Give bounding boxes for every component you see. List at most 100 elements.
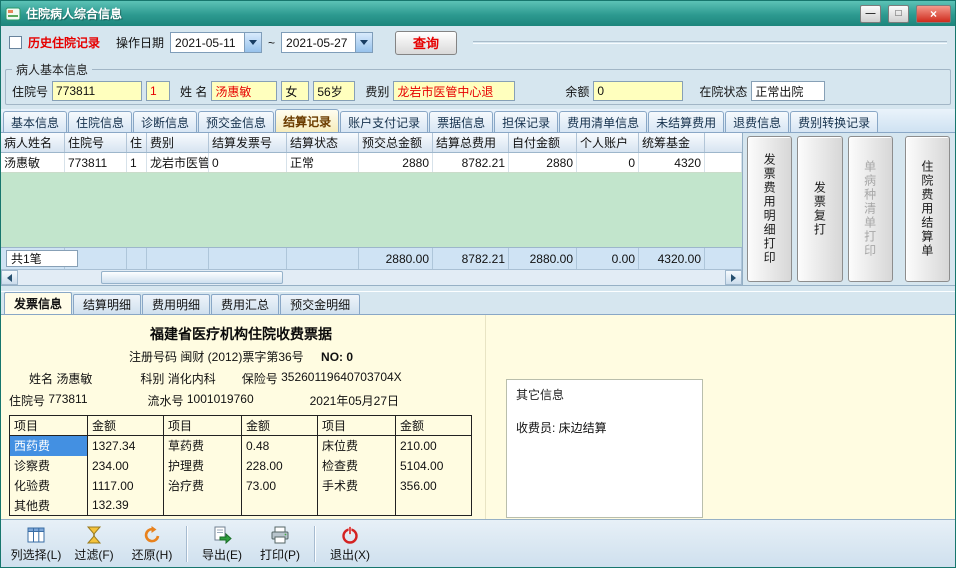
invoice-item-cell[interactable]: 床位费 xyxy=(317,435,396,456)
invoice-item-cell[interactable]: 其他费 xyxy=(10,496,88,516)
restore-button[interactable]: 还原(H) xyxy=(123,522,181,566)
col-header-self-pay[interactable]: 自付金额 xyxy=(509,133,577,152)
minimize-button[interactable]: — xyxy=(860,4,881,23)
col-header-invoice-no[interactable]: 结算发票号 xyxy=(209,133,287,152)
fee-type-field[interactable]: 龙岩市医管中心退 xyxy=(393,81,516,101)
horizontal-scrollbar[interactable] xyxy=(1,269,742,285)
patient-name-field[interactable]: 汤惠敏 xyxy=(211,81,278,101)
invoice-amount-cell[interactable]: 1117.00 xyxy=(87,475,164,496)
invoice-patient-line: 姓名 汤惠敏 科别 消化内科 保险号 35260119640703704X xyxy=(9,370,473,387)
bottom-toolbar: 列选择(L) 过滤(F) 还原(H) 导出(E) 打印(P) 退出(X) xyxy=(1,519,955,567)
inpatient-expense-settlement-button[interactable]: 住院费用结算单 xyxy=(904,136,950,282)
filter-button[interactable]: 过滤(F) xyxy=(65,522,123,566)
invoice-expense-detail-print-button[interactable]: 发票费用明细打印 xyxy=(747,136,793,282)
status-label: 在院状态 xyxy=(699,84,748,99)
invoice-item-cell[interactable] xyxy=(163,495,242,516)
visit-count-field[interactable]: 1 xyxy=(146,81,171,101)
col-header-deposit-total[interactable]: 预交总金额 xyxy=(359,133,433,152)
print-button[interactable]: 打印(P) xyxy=(251,522,309,566)
age-field[interactable]: 56岁 xyxy=(313,81,356,101)
invoice-item-cell[interactable]: 检查费 xyxy=(317,455,396,476)
other-info-title: 其它信息 xyxy=(516,388,565,402)
scroll-left-button[interactable] xyxy=(1,270,18,285)
col-header-settle-status[interactable]: 结算状态 xyxy=(287,133,359,152)
date-to-select[interactable]: 2021-05-27 xyxy=(281,32,374,53)
invoice-item-cell[interactable]: 诊察费 xyxy=(10,456,88,476)
col-header-pooling-fund[interactable]: 统筹基金 xyxy=(639,133,705,152)
invoice-item-cell[interactable]: 草药费 xyxy=(163,435,242,456)
tab-diagnosis-info[interactable]: 诊断信息 xyxy=(133,111,198,132)
grid-totals-row: 共1笔 2880.00 8782.21 2880.00 0.00 4320.00 xyxy=(1,247,742,269)
invoice-amount-cell[interactable]: 228.00 xyxy=(241,455,318,476)
tab-basic-info[interactable]: 基本信息 xyxy=(3,111,68,132)
toolbar-label: 导出(E) xyxy=(202,547,242,562)
inv-admission-no: 773811 xyxy=(48,392,88,406)
app-icon xyxy=(5,6,21,22)
invoice-amount-cell[interactable]: 356.00 xyxy=(395,475,472,496)
invoice-amount-cell[interactable] xyxy=(395,495,472,516)
invoice-item-cell[interactable]: 治疗费 xyxy=(163,475,242,496)
detail-tab-strip: 发票信息 结算明细 费用明细 费用汇总 预交金明细 xyxy=(1,292,955,314)
dtab-settlement-detail[interactable]: 结算明细 xyxy=(73,294,142,314)
col-amount-header: 金额 xyxy=(87,415,164,436)
col-header-personal-account[interactable]: 个人账户 xyxy=(577,133,639,152)
query-button[interactable]: 查询 xyxy=(395,30,458,55)
tab-inpatient-info[interactable]: 住院信息 xyxy=(68,111,133,132)
col-header-settle-total[interactable]: 结算总费用 xyxy=(433,133,509,152)
tab-settlement-records[interactable]: 结算记录 xyxy=(275,109,340,132)
col-header-fee-type[interactable]: 费别 xyxy=(147,133,209,152)
scrollbar-thumb[interactable] xyxy=(101,271,283,284)
tab-refund-info[interactable]: 退费信息 xyxy=(725,111,790,132)
toolbar-label: 过滤(F) xyxy=(74,547,114,562)
scroll-right-button[interactable] xyxy=(725,270,742,285)
invoice-item-cell[interactable] xyxy=(317,495,396,516)
exit-button[interactable]: 退出(X) xyxy=(321,522,379,566)
invoice-amount-cell[interactable]: 1327.34 xyxy=(87,435,164,456)
invoice-amount-cell[interactable]: 73.00 xyxy=(241,475,318,496)
tab-unsettled-expense[interactable]: 未结算费用 xyxy=(648,111,725,132)
tab-expense-list-info[interactable]: 费用清单信息 xyxy=(559,111,648,132)
invoice-item-cell[interactable]: 护理费 xyxy=(163,455,242,476)
invoice-amount-cell[interactable]: 234.00 xyxy=(87,455,164,476)
dtab-deposit-detail[interactable]: 预交金明细 xyxy=(280,294,361,314)
date-from-select[interactable]: 2021-05-11 xyxy=(170,32,263,53)
export-button[interactable]: 导出(E) xyxy=(193,522,251,566)
tab-guarantee-records[interactable]: 担保记录 xyxy=(494,111,559,132)
maximize-button[interactable]: □ xyxy=(888,4,909,23)
close-button[interactable]: × xyxy=(916,4,951,23)
invoice-amount-cell[interactable]: 132.39 xyxy=(87,495,164,516)
admission-no-field[interactable]: 773811 xyxy=(52,81,143,101)
tab-account-payment-records[interactable]: 账户支付记录 xyxy=(340,111,429,132)
status-field[interactable]: 正常出院 xyxy=(751,81,826,101)
invoice-table-header: 项目 金额 项目 金额 项目 金额 xyxy=(9,415,472,436)
grid-empty-area xyxy=(1,173,742,247)
name-label: 姓 名 xyxy=(180,84,208,99)
date-from-dropdown-button[interactable] xyxy=(244,33,262,52)
invoice-reprint-button[interactable]: 发票复打 xyxy=(797,136,843,282)
invoice-item-cell-selected[interactable]: 西药费 xyxy=(9,435,88,456)
balance-field[interactable]: 0 xyxy=(593,81,684,101)
inv-admission-label: 住院号 xyxy=(9,394,46,408)
col-header-visit[interactable]: 住 xyxy=(127,133,147,152)
gender-field[interactable]: 女 xyxy=(281,81,310,101)
date-to-dropdown-button[interactable] xyxy=(355,33,373,52)
tab-deposit-info[interactable]: 预交金信息 xyxy=(198,111,275,132)
invoice-item-cell[interactable]: 手术费 xyxy=(317,475,396,496)
invoice-amount-cell[interactable]: 0.48 xyxy=(241,435,318,456)
invoice-amount-cell[interactable]: 5104.00 xyxy=(395,455,472,476)
invoice-amount-cell[interactable] xyxy=(241,495,318,516)
tab-fee-type-conversion[interactable]: 费别转换记录 xyxy=(790,111,879,132)
date-range-separator: ~ xyxy=(268,35,276,50)
table-row[interactable]: 汤惠敏 773811 1 龙岩市医管中心 0 正常 2880 8782.21 2… xyxy=(1,153,742,173)
col-header-admission-no[interactable]: 住院号 xyxy=(65,133,127,152)
dtab-expense-detail[interactable]: 费用明细 xyxy=(142,294,211,314)
total-deposit: 2880.00 xyxy=(359,248,433,269)
history-records-checkbox[interactable] xyxy=(9,36,22,49)
tab-invoice-info[interactable]: 票据信息 xyxy=(429,111,494,132)
col-header-patient-name[interactable]: 病人姓名 xyxy=(1,133,65,152)
invoice-amount-cell[interactable]: 210.00 xyxy=(395,435,472,456)
dtab-expense-summary[interactable]: 费用汇总 xyxy=(211,294,280,314)
invoice-item-cell[interactable]: 化验费 xyxy=(10,476,88,496)
dtab-invoice-info[interactable]: 发票信息 xyxy=(4,292,73,314)
column-select-button[interactable]: 列选择(L) xyxy=(7,522,65,566)
